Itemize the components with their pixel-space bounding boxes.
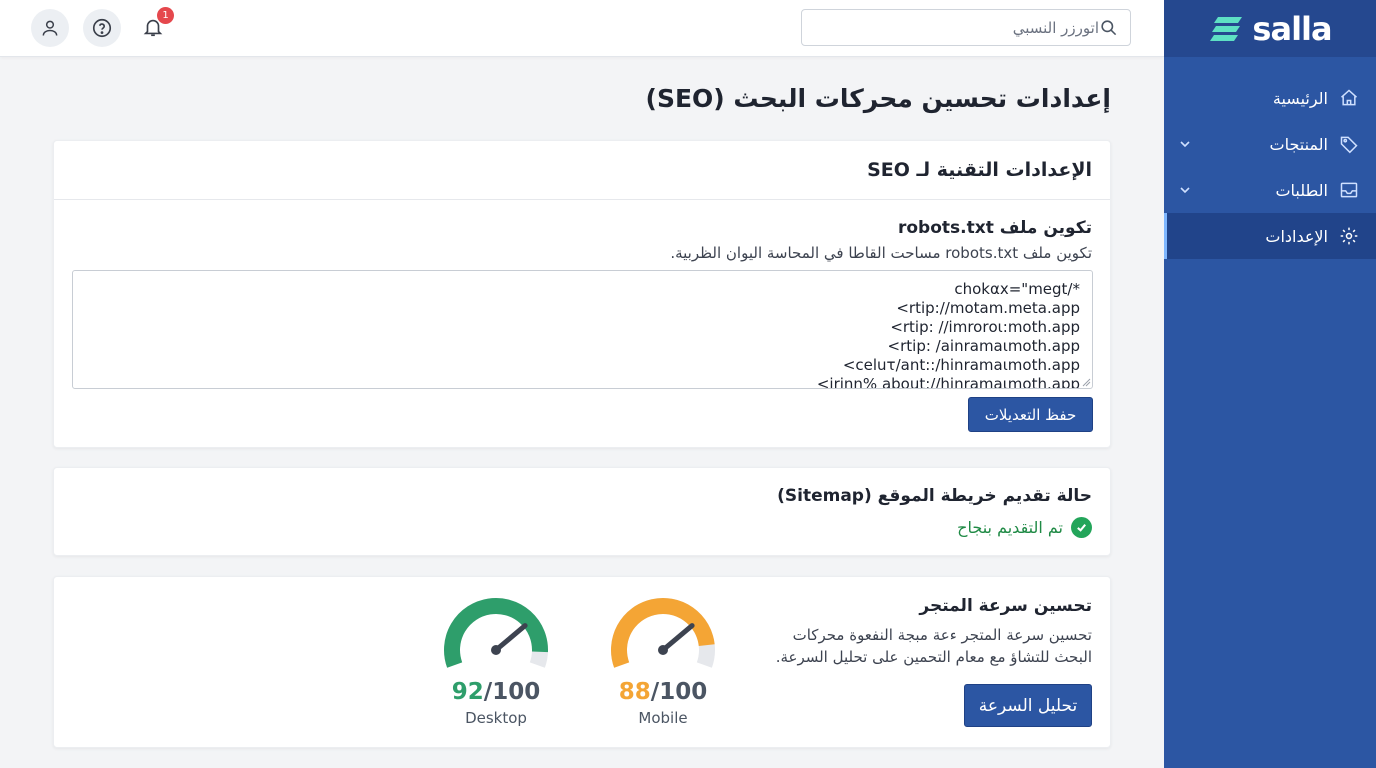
technical-seo-card: الإعدادات التقنية لـ SEO تكوين ملف robot… bbox=[53, 140, 1111, 448]
robots-section-title: تكوين ملف robots.txt bbox=[897, 218, 1092, 238]
sidebar: salla الرئيسية المنتجات الطلبات الإعدادا… bbox=[1164, 0, 1376, 768]
save-changes-button[interactable]: حفظ التعديلات bbox=[968, 397, 1093, 432]
sitemap-status-text: تم التقديم بنجاح bbox=[957, 518, 1063, 537]
gauge-needle bbox=[660, 623, 695, 653]
gauge-label: Mobile bbox=[638, 709, 688, 727]
notification-badge: 1 bbox=[157, 7, 174, 24]
help-icon bbox=[92, 18, 112, 38]
mobile-speed-gauge: 88/100 Mobile bbox=[608, 595, 718, 727]
card-header: الإعدادات التقنية لـ SEO bbox=[54, 141, 1110, 200]
sidebar-nav: الرئيسية المنتجات الطلبات الإعدادات bbox=[1164, 75, 1376, 259]
inbox-icon bbox=[1338, 179, 1360, 201]
gear-icon bbox=[1338, 225, 1360, 247]
page-title: إعدادات تحسين محركات البحث (SEO) bbox=[645, 84, 1112, 113]
sidebar-item-label: المنتجات bbox=[1269, 134, 1329, 154]
user-icon bbox=[42, 20, 58, 36]
user-profile-button[interactable] bbox=[31, 9, 69, 47]
chevron-down-icon[interactable] bbox=[1178, 183, 1192, 197]
gauge-score-max: /100 bbox=[650, 679, 708, 705]
tag-icon bbox=[1338, 133, 1360, 155]
robots-line: <irinn% about://hinramaιmoth.app bbox=[816, 375, 1080, 389]
help-button[interactable] bbox=[83, 9, 121, 47]
speed-description: تحسين سرعة المتجر ءعة مبجة النفعوة محركا… bbox=[775, 626, 1092, 666]
home-icon bbox=[1338, 87, 1360, 109]
analyze-speed-button[interactable]: تحليل السرعة bbox=[964, 684, 1092, 727]
salla-logo-icon bbox=[1210, 16, 1243, 41]
gauge-label: Desktop bbox=[465, 709, 527, 727]
notifications-button[interactable]: 1 bbox=[138, 7, 174, 43]
sitemap-status-card: حالة تقديم خريطة الموقع (Sitemap) تم الت… bbox=[53, 467, 1111, 556]
chevron-down-icon[interactable] bbox=[1178, 137, 1192, 151]
store-speed-card: تحسين سرعة المتجر تحسين سرعة المتجر ءعة … bbox=[53, 576, 1111, 748]
robots-line: <rtip: /ainramaιmoth.app bbox=[887, 337, 1080, 355]
robots-txt-editor[interactable]: chokαx="megt/* <rtip://motam.meta.app <r… bbox=[72, 270, 1093, 389]
robots-txt-content: chokαx="megt/* <rtip://motam.meta.app <r… bbox=[816, 280, 1080, 389]
robots-section-description: تكوين ملف robots.txt مساحت القاطا في الم… bbox=[670, 244, 1092, 262]
search-box[interactable] bbox=[801, 9, 1131, 46]
brand-logo[interactable]: salla bbox=[1164, 0, 1376, 57]
sidebar-item-label: الطلبات bbox=[1275, 180, 1328, 200]
speed-title: تحسين سرعة المتجر bbox=[919, 596, 1092, 616]
gauge-score-max: /100 bbox=[483, 679, 541, 705]
gauge-score: 88/100 bbox=[608, 679, 718, 705]
sidebar-item-label: الإعدادات bbox=[1265, 226, 1328, 246]
gauge-fill bbox=[611, 598, 715, 668]
resize-grip-icon[interactable] bbox=[1082, 378, 1091, 387]
brand-name: salla bbox=[1252, 9, 1332, 48]
search-input[interactable] bbox=[822, 18, 1099, 37]
top-bar: 1 bbox=[0, 0, 1164, 57]
check-circle-icon bbox=[1071, 517, 1092, 538]
gauge-dial bbox=[444, 598, 548, 668]
gauge-needle bbox=[493, 623, 528, 653]
sidebar-item-home[interactable]: الرئيسية bbox=[1164, 75, 1376, 121]
sidebar-item-orders[interactable]: الطلبات bbox=[1164, 167, 1376, 213]
desktop-speed-gauge: 92/100 Desktop bbox=[441, 595, 551, 727]
sitemap-status: تم التقديم بنجاح bbox=[957, 517, 1092, 538]
gauge-fill bbox=[444, 598, 548, 668]
gauge-score: 92/100 bbox=[441, 679, 551, 705]
gauge-dial bbox=[611, 598, 715, 668]
gauge-score-value: 92 bbox=[451, 679, 484, 705]
robots-line: <rtip: //imrorοι:moth.app bbox=[890, 318, 1080, 336]
search-icon bbox=[1101, 20, 1117, 36]
robots-line: chokαx="megt/* bbox=[954, 280, 1080, 298]
robots-line: <celuτ/ant::/hinramaιmoth.app bbox=[842, 356, 1080, 374]
sidebar-item-settings[interactable]: الإعدادات bbox=[1164, 213, 1376, 259]
gauge-score-value: 88 bbox=[618, 679, 651, 705]
gauge-hub bbox=[491, 645, 501, 655]
sidebar-item-products[interactable]: المنتجات bbox=[1164, 121, 1376, 167]
sitemap-title: حالة تقديم خريطة الموقع (Sitemap) bbox=[777, 486, 1092, 506]
robots-line: <rtip://motam.meta.app bbox=[896, 299, 1080, 317]
sidebar-item-label: الرئيسية bbox=[1272, 88, 1328, 108]
gauge-hub bbox=[658, 645, 668, 655]
